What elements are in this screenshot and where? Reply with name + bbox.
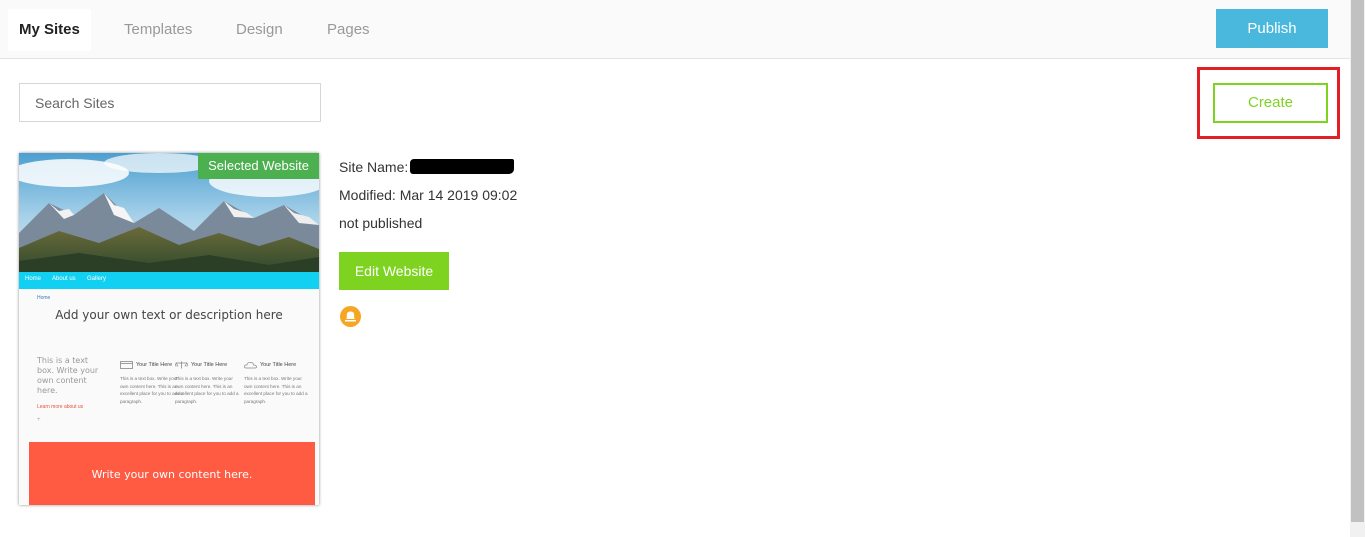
preview-column: Your Title Here This is a text box. Writ… [175,361,239,405]
preview-column-title: Your Title Here [260,362,297,368]
preview-column-body: This is a text box. Write your own conte… [175,376,239,404]
top-nav-bar: My Sites Templates Design Pages Publish [0,0,1350,59]
preview-learn-more: Learn more about us [37,404,84,410]
preview-heading: Add your own text or description here [55,308,283,322]
preview-breadcrumb: Home [37,295,51,301]
site-name-label: Site Name: [339,159,409,175]
scrollbar-thumb[interactable] [1351,0,1364,522]
vertical-scrollbar[interactable] [1350,0,1365,537]
cloud-icon [244,362,257,369]
preview-column-body: This is a text box. Write your own conte… [244,376,308,404]
scale-icon [175,361,188,369]
site-thumbnail[interactable]: Selected Website Home About us Gallery H… [19,153,319,505]
publish-status: not published [339,215,423,231]
redacted-site-name [410,159,514,174]
edit-website-button[interactable]: Edit Website [339,252,449,290]
preview-textbox: This is a text box. Write your own conte… [37,356,99,395]
preview-nav-item: Gallery [87,276,107,282]
card-icon [120,361,133,369]
search-input[interactable] [19,83,321,122]
preview-nav-item: About us [52,276,76,282]
modified-date: Modified: Mar 14 2019 09:02 [339,187,518,203]
preview-banner: Write your own content here. [29,442,315,505]
tab-pages[interactable]: Pages [327,9,370,51]
preview-column-title: Your Title Here [136,362,173,368]
preview-nav: Home About us Gallery [19,272,319,289]
selected-website-badge: Selected Website [198,153,319,179]
publish-button[interactable]: Publish [1216,9,1328,48]
preview-column: Your Title Here This is a text box. Writ… [244,361,308,405]
preview-plus: + [37,417,41,423]
create-button[interactable]: Create [1213,83,1328,123]
bell-icon[interactable] [340,306,361,327]
tab-my-sites[interactable]: My Sites [8,9,91,51]
tab-design[interactable]: Design [236,9,283,51]
preview-nav-item: Home [25,276,42,282]
preview-column-title: Your Title Here [191,362,228,368]
tab-templates[interactable]: Templates [124,9,192,51]
